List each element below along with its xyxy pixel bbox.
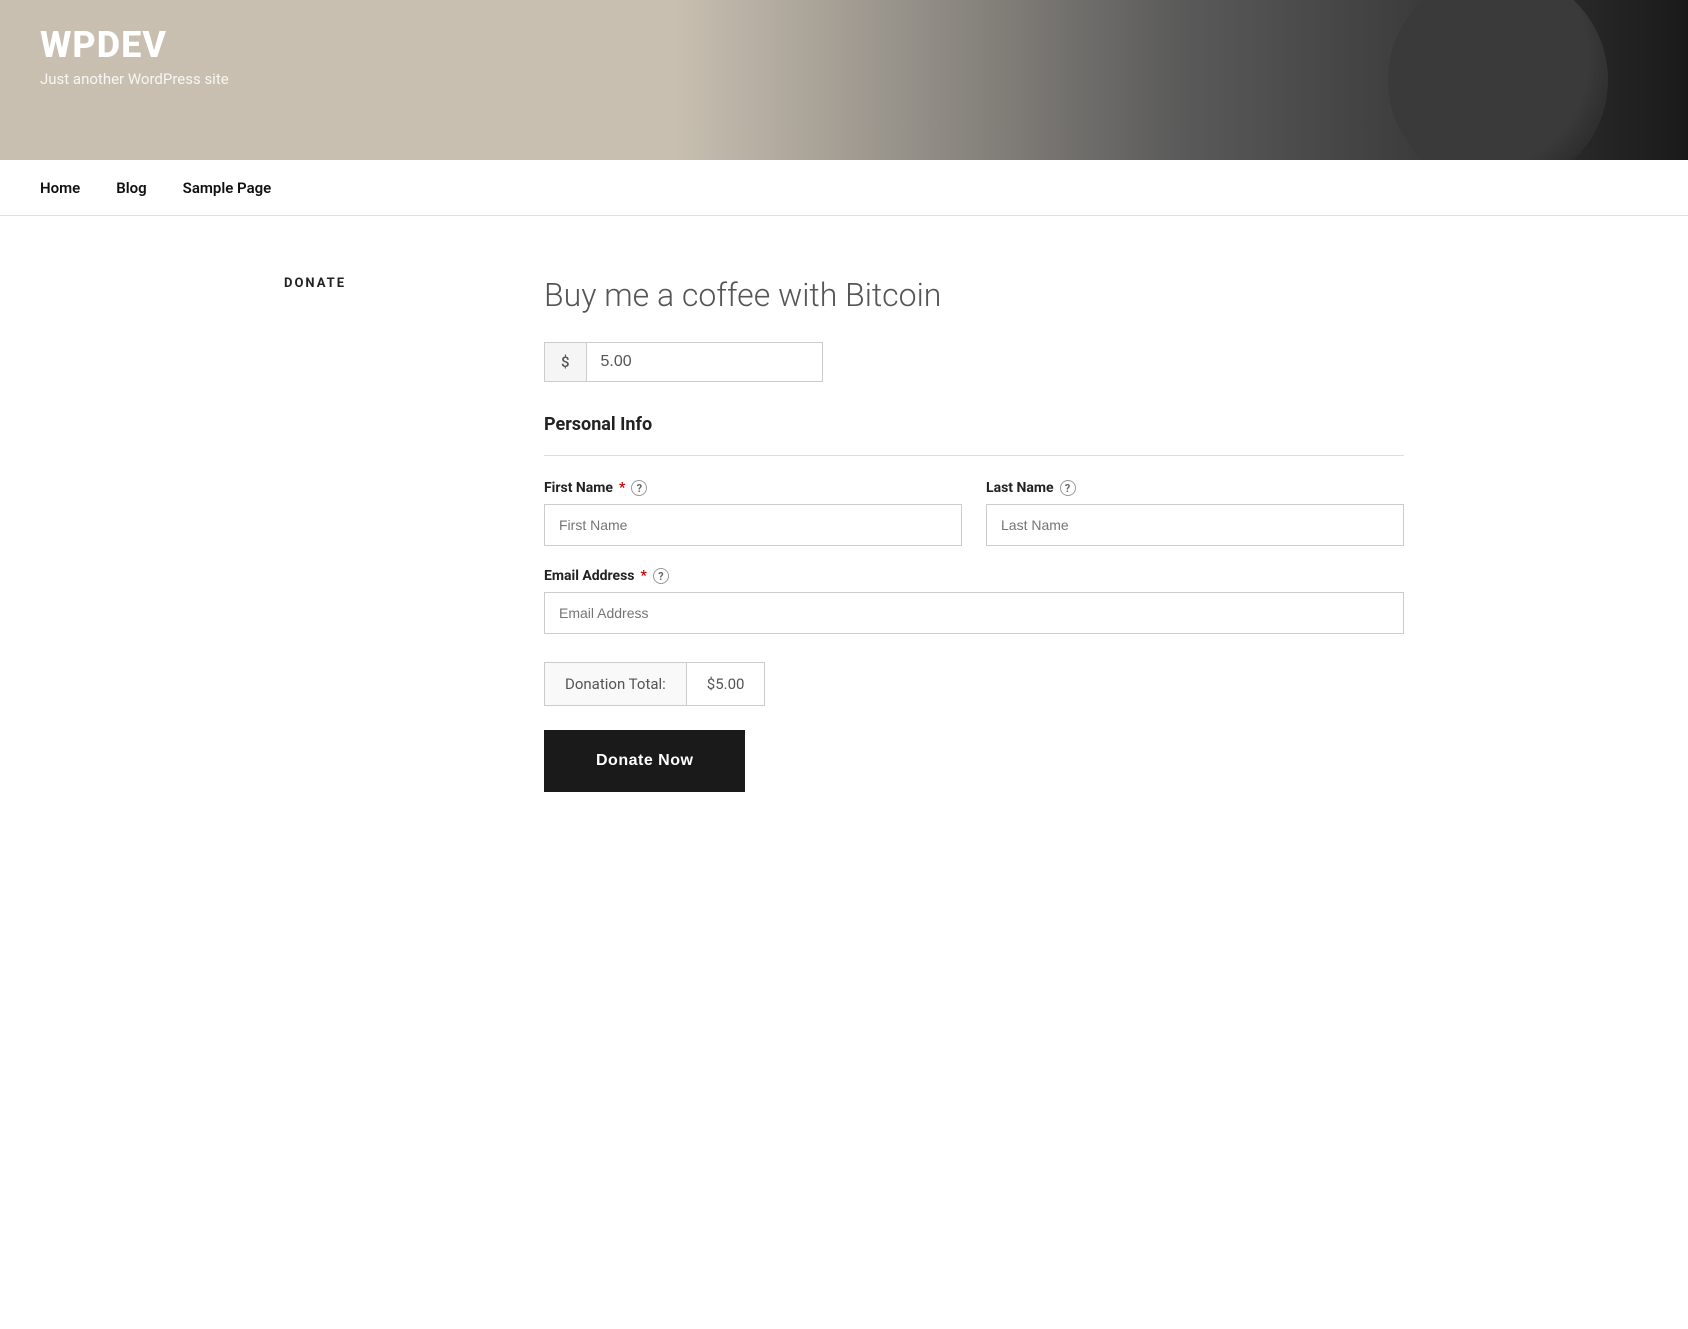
currency-symbol: $ xyxy=(544,342,586,382)
sidebar: DONATE xyxy=(284,276,484,792)
nav-item-blog[interactable]: Blog xyxy=(116,178,146,197)
first-name-required: * xyxy=(619,480,625,496)
total-amount: $5.00 xyxy=(687,662,766,706)
amount-row: $ xyxy=(544,342,784,382)
last-name-label: Last Name ? xyxy=(986,480,1404,496)
main-content: DONATE Buy me a coffee with Bitcoin $ Pe… xyxy=(244,276,1444,792)
nav-link-blog[interactable]: Blog xyxy=(116,179,146,197)
amount-input[interactable] xyxy=(586,342,823,382)
donate-now-button[interactable]: Donate Now xyxy=(544,730,745,792)
last-name-help-icon[interactable]: ? xyxy=(1060,480,1076,496)
site-title: WPDEV xyxy=(40,24,229,66)
email-required: * xyxy=(641,568,647,584)
nav-item-home[interactable]: Home xyxy=(40,178,80,197)
personal-info-heading: Personal Info xyxy=(544,414,1404,435)
first-name-label: First Name * ? xyxy=(544,480,962,496)
header-text: WPDEV Just another WordPress site xyxy=(40,24,229,88)
first-name-group: First Name * ? xyxy=(544,480,962,546)
sidebar-title: DONATE xyxy=(284,276,484,291)
first-name-label-text: First Name xyxy=(544,480,613,496)
email-label: Email Address * ? xyxy=(544,568,1404,584)
total-label: Donation Total: xyxy=(544,662,687,706)
last-name-input[interactable] xyxy=(986,504,1404,546)
email-label-text: Email Address xyxy=(544,568,635,584)
site-tagline: Just another WordPress site xyxy=(40,70,229,88)
donate-section: Buy me a coffee with Bitcoin $ Personal … xyxy=(544,276,1404,792)
section-divider xyxy=(544,455,1404,456)
last-name-label-text: Last Name xyxy=(986,480,1054,496)
first-name-input[interactable] xyxy=(544,504,962,546)
donate-button-label: Donate Now xyxy=(596,752,693,769)
email-group: Email Address * ? xyxy=(544,568,1404,634)
first-name-help-icon[interactable]: ? xyxy=(631,480,647,496)
email-input[interactable] xyxy=(544,592,1404,634)
email-help-icon[interactable]: ? xyxy=(653,568,669,584)
donation-total-row: Donation Total: $5.00 xyxy=(544,662,1404,706)
donate-heading: Buy me a coffee with Bitcoin xyxy=(544,276,1404,314)
nav-link-home[interactable]: Home xyxy=(40,179,80,197)
nav-item-sample-page[interactable]: Sample Page xyxy=(183,178,272,197)
nav-link-sample-page[interactable]: Sample Page xyxy=(183,179,272,197)
header-decorative-bowl xyxy=(1388,0,1608,160)
site-navigation: Home Blog Sample Page xyxy=(0,160,1688,216)
site-header: WPDEV Just another WordPress site xyxy=(0,0,1688,160)
last-name-group: Last Name ? xyxy=(986,480,1404,546)
name-row: First Name * ? Last Name ? xyxy=(544,480,1404,546)
